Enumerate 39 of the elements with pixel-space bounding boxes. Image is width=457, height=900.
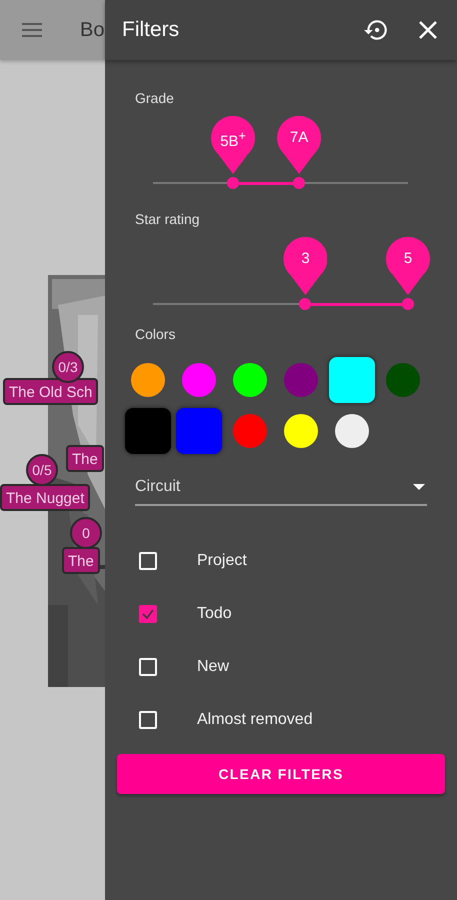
checkbox-label: New	[197, 658, 230, 676]
color-swatch[interactable]	[386, 362, 420, 396]
checkbox[interactable]	[139, 604, 157, 622]
checkbox-label: Todo	[197, 604, 232, 622]
color-swatch[interactable]	[334, 414, 368, 448]
route-label[interactable]: The	[62, 547, 100, 574]
section-label: Star rating	[135, 211, 200, 227]
section-label: Colors	[135, 326, 176, 342]
color-swatch[interactable]	[284, 362, 318, 396]
value-pin: 3	[283, 237, 328, 295]
clear-filters-button[interactable]: CLEAR FILTERS	[117, 754, 445, 794]
color-swatch[interactable]	[232, 362, 266, 396]
slider-thumb[interactable]	[227, 177, 240, 189]
color-swatch[interactable]	[328, 356, 374, 402]
color-swatch[interactable]	[232, 414, 266, 448]
value-pin: 7A	[277, 116, 322, 174]
app-title: Bo	[80, 18, 104, 42]
color-swatch[interactable]	[284, 414, 318, 448]
slider-thumb[interactable]	[299, 298, 312, 310]
dropdown-caret-icon	[413, 484, 425, 490]
checkbox-label: Almost removed	[197, 710, 313, 728]
slider-thumb[interactable]	[402, 298, 414, 310]
value-pin: 5	[386, 237, 430, 295]
route-label[interactable]: The Old Sch	[3, 378, 98, 405]
color-swatch[interactable]	[124, 408, 170, 454]
menu-icon[interactable]	[22, 23, 42, 37]
close-icon[interactable]	[417, 19, 439, 41]
ascent-count[interactable]: 0/5	[26, 454, 58, 486]
slider-thumb[interactable]	[293, 177, 306, 189]
section-label: Grade	[135, 90, 174, 106]
drawer-title: Filters	[122, 18, 180, 42]
route-label[interactable]: The	[66, 445, 104, 472]
circuit-dropdown[interactable]: Circuit	[135, 470, 427, 506]
color-swatch[interactable]	[182, 362, 216, 396]
value-pin: 5B$^{+}$	[211, 116, 256, 174]
color-swatch[interactable]	[130, 362, 164, 396]
checkbox-label: Project	[197, 552, 247, 570]
color-swatch[interactable]	[176, 408, 222, 454]
route-label[interactable]: The Nugget	[0, 484, 90, 511]
